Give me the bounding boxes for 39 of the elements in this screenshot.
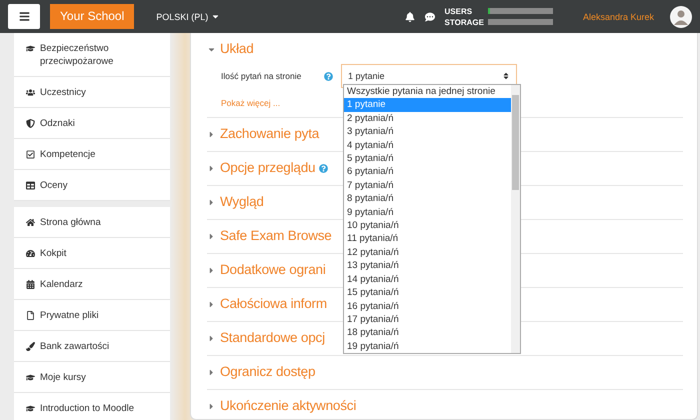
sidebar-item[interactable]: Odznaki [14,108,170,139]
sidebar-item[interactable]: Introduction to Moodle [14,393,170,420]
sidebar-item[interactable]: Moje kursy [14,362,170,393]
field-label: Ilość pytań na stronie [221,71,302,81]
chat-icon[interactable] [424,12,435,22]
sidebar-item[interactable]: Uczestnicy [14,77,170,108]
sidebar-item[interactable]: Kompetencje [14,139,170,170]
sidebar-item[interactable]: Kalendarz [14,269,170,300]
sidebar-item[interactable]: Bank zawartości [14,331,170,362]
scrollbar[interactable] [511,85,520,353]
sidebar-item[interactable]: Oceny [14,170,170,201]
graduation-cap-icon [26,44,35,52]
quota-label: STORAGE [444,18,484,26]
graduation-cap-icon [26,372,35,382]
shield-icon [26,118,35,128]
brush-icon [26,342,35,350]
help-icon[interactable] [324,72,333,80]
help-icon[interactable] [319,164,328,172]
users-icon [26,88,35,96]
home-icon [26,218,35,226]
sort-icon [502,72,510,80]
menu-button[interactable] [8,4,40,29]
speedometer-icon [26,248,35,258]
menu-icon [18,11,30,22]
bell-icon[interactable] [404,12,415,22]
checkbox-icon [26,150,35,158]
avatar[interactable] [670,6,692,28]
sidebar-item[interactable]: Prywatne pliki [14,300,170,331]
file-icon [26,310,35,320]
table-icon [26,180,35,190]
quota-label: USERS [444,6,474,16]
sidebar-item[interactable]: Kokpit [14,238,170,269]
graduation-cap-icon [26,404,35,412]
calendar-icon [26,280,35,288]
sidebar-item[interactable]: Bezpieczeństwo przeciwpożarowe [14,33,170,77]
quota-bar [488,8,553,14]
language-menu[interactable]: POLSKI (PL) [156,12,220,22]
user-name[interactable]: Aleksandra Kurek [582,12,654,22]
sidebar-item[interactable]: Strona główna [14,207,170,238]
